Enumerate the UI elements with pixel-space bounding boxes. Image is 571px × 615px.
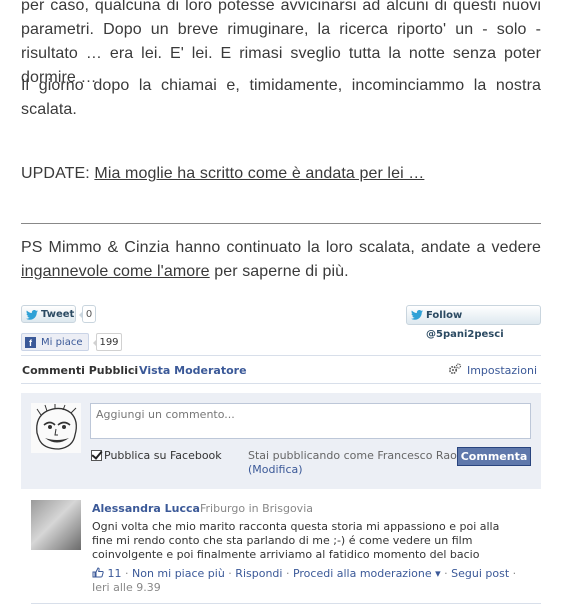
twitter-bird-icon <box>26 310 38 320</box>
comment-actions: 11 · Non mi piace più · Rispondi · Proce… <box>92 567 517 594</box>
comment-submit-button[interactable]: Commenta <box>457 447 531 466</box>
ps-suffix: per saperne di più. <box>209 263 349 280</box>
update-paragraph: UPDATE: Mia moglie ha scritto come è and… <box>21 162 541 186</box>
follow-post-link[interactable]: Segui post <box>451 567 509 580</box>
facebook-like-row: f Mi piace 199 <box>21 333 221 353</box>
tweet-label: Tweet <box>41 309 75 320</box>
moderate-link[interactable]: Procedi alla moderazione ▾ <box>293 567 441 580</box>
comment-divider <box>31 603 541 604</box>
tweet-count: 0 <box>79 305 96 323</box>
ps-link[interactable]: ingannevole come l'amore <box>21 263 210 280</box>
divider <box>21 223 541 224</box>
update-prefix: UPDATE: <box>21 165 95 182</box>
comment-text: Ogni volta che mio marito racconta quest… <box>92 520 500 561</box>
tab-public-comments[interactable]: Commenti Pubblici <box>22 364 138 377</box>
thumbs-up-icon <box>92 567 104 578</box>
reply-link[interactable]: Rispondi <box>235 567 282 580</box>
publish-facebook-label: Pubblica su Facebook <box>104 449 222 462</box>
user-avatar <box>31 403 81 453</box>
tweet-button[interactable]: Tweet <box>21 305 76 323</box>
twitter-follow-button[interactable]: Follow @5pani2pesci <box>406 305 541 340</box>
posting-as-info: Stai pubblicando come Francesco Rao (Mod… <box>248 449 457 477</box>
tab-moderator-view[interactable]: Vista Moderatore <box>139 364 247 377</box>
ps-prefix: PS Mimmo & Cinzia hanno continuato la lo… <box>21 239 541 256</box>
comments-header: Commenti Pubblici · Vista Moderatore Imp… <box>21 355 541 384</box>
comment-composer: Aggiungi un commento... Pubblica su Face… <box>21 393 541 489</box>
twitter-share-row: Tweet 0 Follow @5pani2pesci <box>21 305 541 340</box>
comment-item: Alessandra Lucca · Friburgo in Brisgovia… <box>21 498 541 608</box>
article-paragraph: Il giorno dopo la chiamai e, timidamente… <box>21 77 541 118</box>
comment-time: Ieri alle 9.39 <box>92 581 161 594</box>
ps-paragraph: PS Mimmo & Cinzia hanno continuato la lo… <box>21 236 541 284</box>
posting-as-text: Stai pubblicando come Francesco Rao <box>248 449 457 462</box>
commenter-name[interactable]: Alessandra Lucca <box>92 502 200 515</box>
commenter-location: · Friburgo in Brisgovia <box>193 502 313 515</box>
tab-separator: · <box>132 364 136 377</box>
commenter-avatar[interactable] <box>31 500 81 550</box>
comment-like-count[interactable]: 11 <box>108 567 122 580</box>
settings-link[interactable]: Impostazioni <box>467 364 537 377</box>
posting-as-edit-link[interactable]: (Modifica) <box>248 463 457 477</box>
like-label: Mi piace <box>41 337 83 348</box>
unlike-link[interactable]: Non mi piace più <box>132 567 225 580</box>
update-link[interactable]: Mia moglie ha scritto come è andata per … <box>94 165 424 182</box>
facebook-icon: f <box>25 337 36 348</box>
twitter-bird-icon <box>411 310 423 320</box>
like-count: 199 <box>93 333 122 351</box>
facebook-comments-box: Commenti Pubblici · Vista Moderatore Imp… <box>21 355 541 615</box>
comment-input[interactable]: Aggiungi un commento... <box>90 403 531 439</box>
publish-facebook-checkbox[interactable] <box>91 450 102 461</box>
facebook-like-button[interactable]: f Mi piace <box>21 333 89 351</box>
follow-label: Follow @5pani2pesci <box>426 310 504 340</box>
gear-icon <box>448 363 462 375</box>
